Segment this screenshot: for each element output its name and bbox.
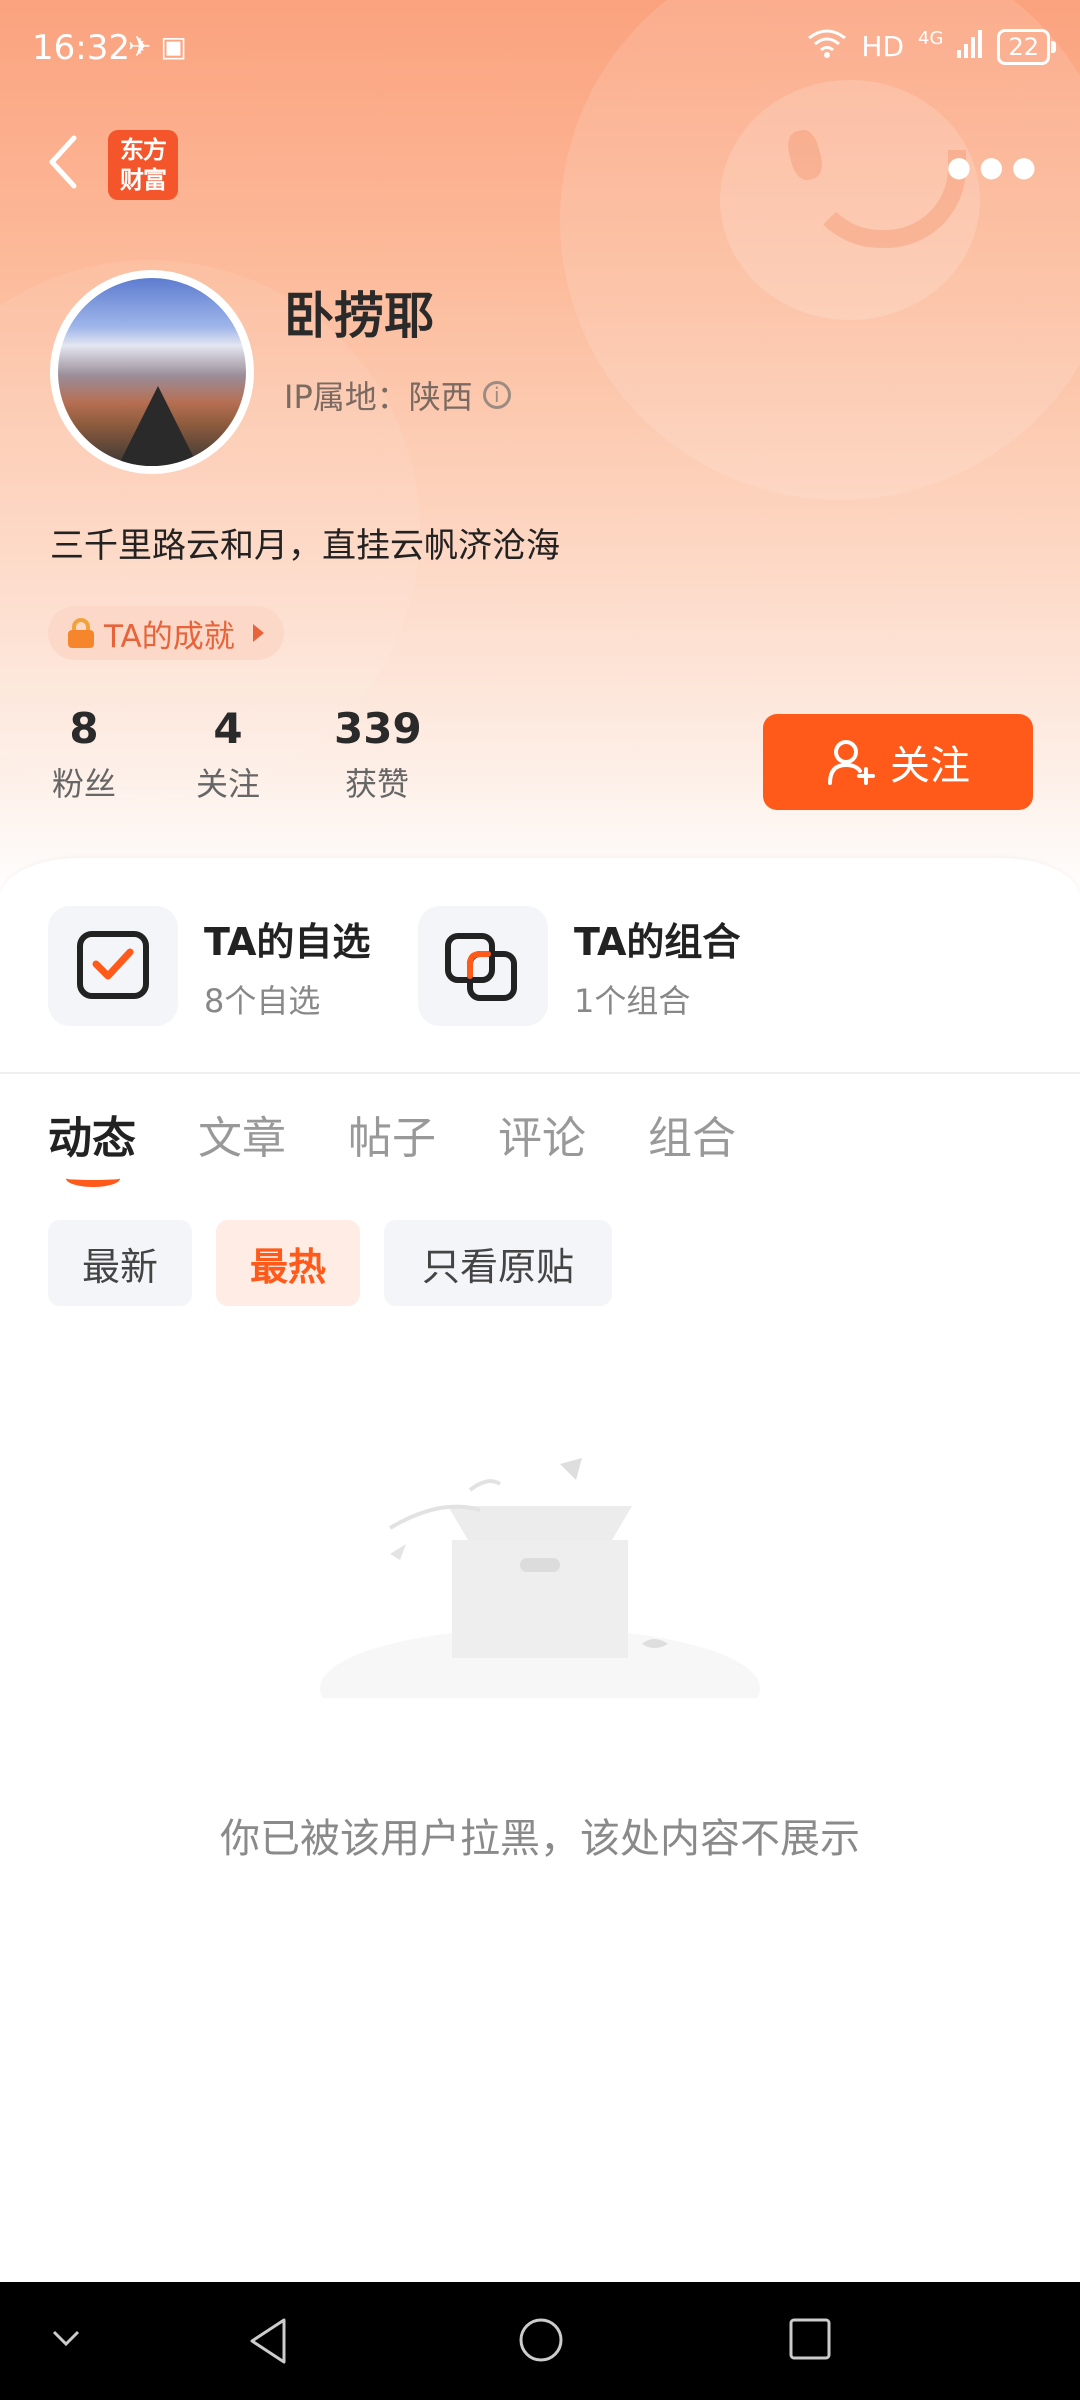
- tab-dynamic[interactable]: 动态: [48, 1102, 136, 1166]
- portfolio-count: 1个组合: [574, 981, 691, 1020]
- wifi-icon: [807, 28, 847, 65]
- stat-label: 获赞: [344, 765, 409, 803]
- content-tabs: 动态 文章 帖子 评论 组合: [0, 1102, 1080, 1182]
- back-nav-icon[interactable]: [246, 2316, 290, 2370]
- more-dots-icon: ●●●: [946, 150, 1044, 183]
- empty-box-illustration: [320, 1458, 760, 1748]
- follow-button-label: 关注: [890, 743, 970, 789]
- battery-level: 22: [1008, 32, 1039, 61]
- status-bar: 16:32 ✈ ▣ HD 4G 22: [0, 0, 1080, 100]
- portfolio-links: TA的自选 8个自选 TA的组合 1个组合: [0, 906, 1080, 1026]
- signal-type: 4G: [918, 28, 944, 49]
- home-nav-icon[interactable]: [517, 2316, 565, 2368]
- info-icon[interactable]: i: [482, 381, 511, 409]
- empty-state-message: 你已被该用户拉黑，该处内容不展示: [220, 1816, 860, 1862]
- portfolio-icon: [418, 906, 548, 1026]
- add-user-icon: [828, 740, 875, 785]
- user-bio: 三千里路云和月，直挂云帆济沧海: [50, 526, 560, 566]
- achievement-label: TA的成就: [104, 618, 235, 655]
- avatar[interactable]: [50, 270, 254, 474]
- tab-comments[interactable]: 评论: [498, 1102, 586, 1166]
- user-name: 卧捞耶: [284, 287, 434, 345]
- notification-icons: ✈ ▣: [128, 30, 187, 63]
- stat-label: 粉丝: [51, 765, 116, 803]
- follow-button[interactable]: 关注: [763, 714, 1033, 810]
- play-arrow-icon: [252, 624, 264, 642]
- stat-value: 339: [334, 704, 422, 753]
- achievement-button[interactable]: TA的成就: [48, 606, 284, 660]
- system-navigation-bar: [0, 2282, 1080, 2400]
- stat-value: 4: [213, 704, 243, 753]
- portfolio-link[interactable]: TA的组合 1个组合: [418, 906, 740, 1026]
- lock-icon: [68, 618, 94, 648]
- stat-label: 关注: [195, 765, 260, 803]
- portfolio-title: TA的组合: [574, 919, 741, 964]
- logo-text: 东方财富: [120, 136, 167, 194]
- watchlist-count: 8个自选: [204, 981, 321, 1020]
- tab-articles[interactable]: 文章: [198, 1102, 286, 1166]
- stat-fans[interactable]: 8 粉丝: [48, 704, 120, 805]
- back-button[interactable]: [40, 132, 90, 192]
- app-logo: 东方财富: [108, 130, 178, 200]
- more-options-button[interactable]: ●●●: [947, 150, 1044, 183]
- watchlist-icon: [48, 906, 178, 1026]
- tab-portfolios[interactable]: 组合: [648, 1102, 736, 1166]
- filter-hottest[interactable]: 最热: [216, 1220, 360, 1306]
- filter-original-only[interactable]: 只看原贴: [384, 1220, 612, 1306]
- ip-location: IP属地：陕西 i: [284, 372, 511, 418]
- filter-latest[interactable]: 最新: [48, 1220, 192, 1306]
- back-arrow-icon: [49, 135, 77, 189]
- watchlist-link[interactable]: TA的自选 8个自选: [48, 906, 370, 1026]
- status-right: HD 4G 22: [807, 28, 1056, 65]
- tab-posts[interactable]: 帖子: [348, 1102, 436, 1166]
- user-stats: 8 粉丝 4 关注 339 获赞 关注: [0, 704, 1080, 814]
- watchlist-title: TA的自选: [204, 919, 371, 964]
- content-card: TA的自选 8个自选 TA的组合 1个组合 动态 文章 帖子 评论 组合 最新 …: [0, 858, 1080, 2278]
- signal-icon: [957, 28, 983, 65]
- status-time: 16:32: [32, 28, 130, 68]
- stat-following[interactable]: 4 关注: [192, 704, 264, 805]
- active-tab-indicator: [66, 1170, 120, 1187]
- sort-filters: 最新 最热 只看原贴: [0, 1220, 1080, 1306]
- top-nav: 东方财富 ●●●: [0, 120, 1080, 210]
- collapse-icon[interactable]: [50, 2328, 82, 2354]
- ip-location-text: IP属地：陕西: [284, 378, 473, 416]
- battery-icon: 22: [997, 28, 1056, 65]
- network-label: HD: [861, 30, 905, 63]
- stat-value: 8: [69, 704, 99, 753]
- divider: [0, 1072, 1080, 1074]
- stat-likes[interactable]: 339 获赞: [334, 704, 422, 805]
- recents-nav-icon[interactable]: [787, 2316, 833, 2366]
